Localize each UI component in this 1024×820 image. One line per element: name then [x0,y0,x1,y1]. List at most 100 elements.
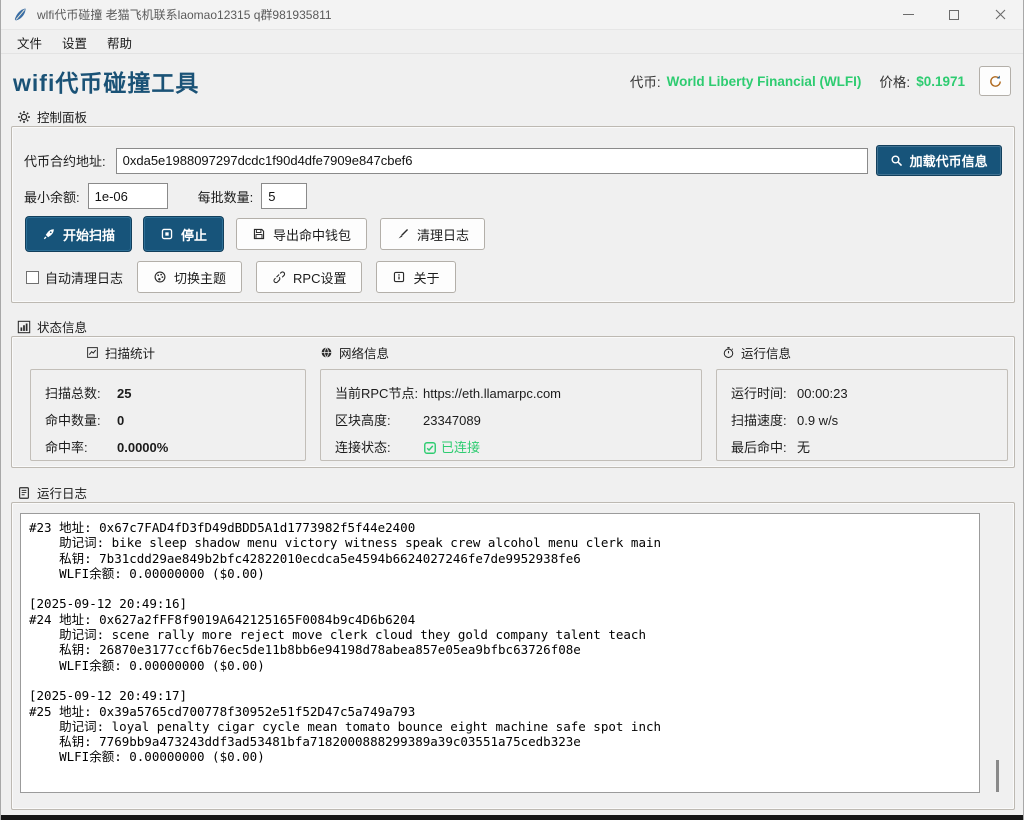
runtime-info-group: 运行信息 运行时间:00:00:23 扫描速度:0.9 w/s 最后命中:无 [716,343,1008,461]
stat-rate-value: 0.0000% [117,434,168,461]
magnifier-icon [890,154,904,168]
minimize-button[interactable] [885,0,931,29]
titlebar: wlfi代币碰撞 老猫飞机联系laomao12315 q群981935811 [1,0,1023,30]
toggle-theme-label: 切换主题 [174,268,226,287]
batch-size-input[interactable] [261,183,307,209]
globe-icon [320,346,333,359]
stat-hits-label: 命中数量: [45,407,117,434]
line-chart-icon [86,346,99,359]
params-row: 最小余额: 每批数量: [24,183,307,209]
window-title: wlfi代币碰撞 老猫飞机联系laomao12315 q群981935811 [37,6,332,23]
app-logo-feather-icon [12,7,28,23]
network-info-group: 网络信息 当前RPC节点:https://eth.llamarpc.com 区块… [320,343,702,461]
page-title: wifi代币碰撞工具 [13,64,199,98]
menu-settings[interactable]: 设置 [54,31,95,54]
stat-hits-row: 命中数量:0 [45,407,291,434]
batch-size-label: 每批数量: [198,187,254,206]
runtime-info-box: 运行时间:00:00:23 扫描速度:0.9 w/s 最后命中:无 [716,369,1008,461]
control-panel-title: 控制面板 [17,107,87,126]
auto-clear-checkbox[interactable]: 自动清理日志 [26,268,123,287]
last-hit-label: 最后命中: [731,434,797,461]
export-hits-button[interactable]: 导出命中钱包 [236,218,367,250]
rpc-node-value: https://eth.llamarpc.com [423,380,561,407]
stop-button[interactable]: 停止 [144,217,223,251]
stop-label: 停止 [181,225,207,244]
token-label: 代币: [630,71,661,91]
token-info: 代币: World Liberty Financial (WLFI) 价格: $… [630,66,1011,96]
clear-log-button[interactable]: 清理日志 [380,218,485,250]
control-panel-title-text: 控制面板 [37,107,87,126]
run-log-panel: #23 地址: 0x67c7FAD4fD3fD49dBDD5A1d1773982… [11,502,1015,810]
rpc-node-row: 当前RPC节点:https://eth.llamarpc.com [335,380,687,407]
stop-icon [160,227,174,241]
menu-file[interactable]: 文件 [9,31,50,54]
maximize-icon [949,10,959,20]
status-section-title-text: 状态信息 [37,317,87,336]
close-icon [995,9,1006,20]
log-content: #23 地址: 0x67c7FAD4fD3fD49dBDD5A1d1773982… [21,514,979,771]
window-bottom-edge [1,815,1023,820]
info-square-icon [392,270,406,284]
load-token-info-button[interactable]: 加载代币信息 [876,145,1002,176]
palette-icon [153,270,167,284]
start-scan-label: 开始扫描 [63,225,115,244]
about-label: 关于 [413,268,439,287]
runtime-label: 运行时间: [731,380,797,407]
runtime-info-title-text: 运行信息 [741,343,791,362]
scan-stats-group: 扫描统计 扫描总数:25 命中数量:0 命中率:0.0000% [30,343,306,461]
stopwatch-icon [722,346,735,359]
block-height-label: 区块高度: [335,407,423,434]
bar-chart-icon [17,320,31,334]
about-button[interactable]: 关于 [376,261,455,293]
export-hits-label: 导出命中钱包 [273,225,351,244]
notebook-icon [17,486,31,500]
gear-icon [17,110,31,124]
minimize-icon [903,14,914,15]
rpc-settings-label: RPC设置 [293,268,346,287]
refresh-price-button[interactable] [979,66,1011,96]
checkbox-icon [26,271,39,284]
status-section-title: 状态信息 [17,317,87,336]
stat-hits-value: 0 [117,407,124,434]
rpc-node-label: 当前RPC节点: [335,380,423,407]
refresh-icon [988,74,1003,89]
min-balance-input[interactable] [88,183,168,209]
speed-row: 扫描速度:0.9 w/s [731,407,993,434]
contract-address-input[interactable] [116,148,868,174]
log-scrollbar[interactable] [990,513,1006,793]
stat-rate-label: 命中率: [45,434,117,461]
chain-link-icon [272,270,286,284]
scan-stats-title-text: 扫描统计 [105,343,155,362]
clear-log-label: 清理日志 [417,225,469,244]
min-balance-label: 最小余额: [24,187,80,206]
run-log-title-text: 运行日志 [37,483,87,502]
options-row: 自动清理日志 切换主题 RPC设置 关于 [26,261,456,293]
control-panel: 代币合约地址: 加载代币信息 最小余额: 每批数量: 开始扫描 停止 [11,126,1015,303]
rpc-settings-button[interactable]: RPC设置 [256,261,362,293]
brush-icon [396,227,410,241]
start-scan-button[interactable]: 开始扫描 [26,217,131,251]
connection-row: 连接状态: 已连接 [335,434,687,461]
block-height-row: 区块高度:23347089 [335,407,687,434]
connection-label: 连接状态: [335,434,423,461]
stat-rate-row: 命中率:0.0000% [45,434,291,461]
auto-clear-label: 自动清理日志 [45,268,123,287]
action-buttons-row: 开始扫描 停止 导出命中钱包 清理日志 [26,217,485,251]
close-button[interactable] [977,0,1023,29]
runtime-info-title: 运行信息 [722,343,1008,362]
maximize-button[interactable] [931,0,977,29]
status-panel: 扫描统计 扫描总数:25 命中数量:0 命中率:0.0000% 网络信息 当前R… [11,336,1015,468]
contract-address-label: 代币合约地址: [24,151,106,170]
scan-stats-box: 扫描总数:25 命中数量:0 命中率:0.0000% [30,369,306,461]
last-hit-row: 最后命中:无 [731,434,993,461]
toggle-theme-button[interactable]: 切换主题 [137,261,242,293]
scan-stats-title: 扫描统计 [86,343,306,362]
log-scrollbar-thumb[interactable] [996,760,999,792]
stat-total-row: 扫描总数:25 [45,380,291,407]
last-hit-value: 无 [797,434,810,461]
stat-total-label: 扫描总数: [45,380,117,407]
stat-total-value: 25 [117,380,131,407]
header: wifi代币碰撞工具 代币: World Liberty Financial (… [13,60,1011,102]
menu-help[interactable]: 帮助 [99,31,140,54]
log-text-area[interactable]: #23 地址: 0x67c7FAD4fD3fD49dBDD5A1d1773982… [20,513,980,793]
